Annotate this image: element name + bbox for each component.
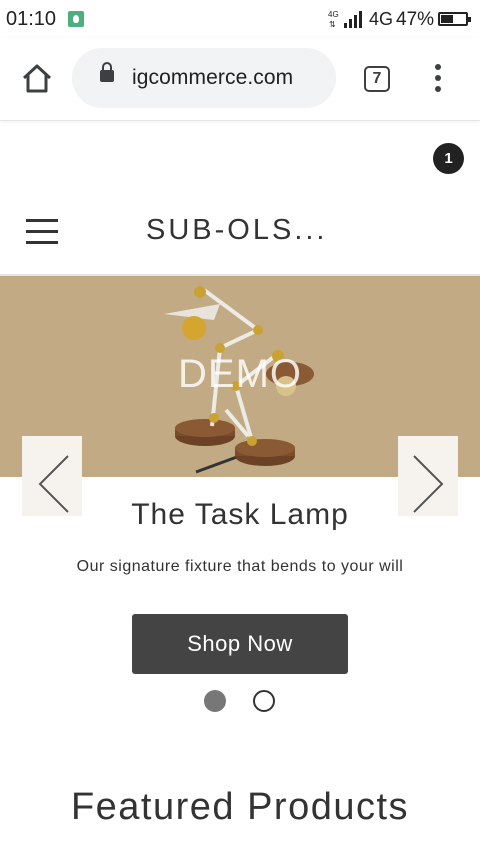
app-notification-icon	[68, 11, 84, 27]
site-title[interactable]: SUB-OLS...	[146, 214, 328, 247]
status-time: 01:10	[6, 8, 57, 30]
signal-icon: 4G ⇅	[328, 10, 362, 29]
battery-percent: 47%	[396, 9, 435, 30]
network-type: 4G	[369, 9, 394, 29]
battery-icon	[438, 12, 471, 26]
svg-text:⇅: ⇅	[329, 20, 336, 29]
slide-dot-2[interactable]	[253, 690, 275, 712]
hamburger-menu-icon[interactable]	[26, 219, 58, 245]
lock-icon	[100, 62, 114, 82]
cart-count-badge[interactable]: 1	[433, 143, 464, 174]
tab-switcher-button[interactable]: 7	[364, 66, 390, 92]
slide-subheading: Our signature fixture that bends to your…	[76, 558, 404, 575]
home-icon[interactable]	[20, 62, 54, 96]
browser-menu-icon[interactable]	[430, 64, 446, 94]
demo-watermark: DEMO	[178, 352, 302, 396]
slide-heading: The Task Lamp	[131, 498, 349, 531]
url-text: igcommerce.com	[132, 66, 294, 89]
featured-products-heading: Featured Products	[70, 786, 410, 828]
address-bar[interactable]: igcommerce.com	[72, 48, 336, 108]
shop-now-button[interactable]: Shop Now	[132, 614, 348, 674]
slide-dot-1[interactable]	[204, 690, 226, 712]
status-bar: 01:10 4G ⇅ 4G 47%	[0, 0, 480, 38]
svg-text:4G: 4G	[328, 10, 339, 19]
browser-toolbar: igcommerce.com 7	[0, 38, 480, 121]
